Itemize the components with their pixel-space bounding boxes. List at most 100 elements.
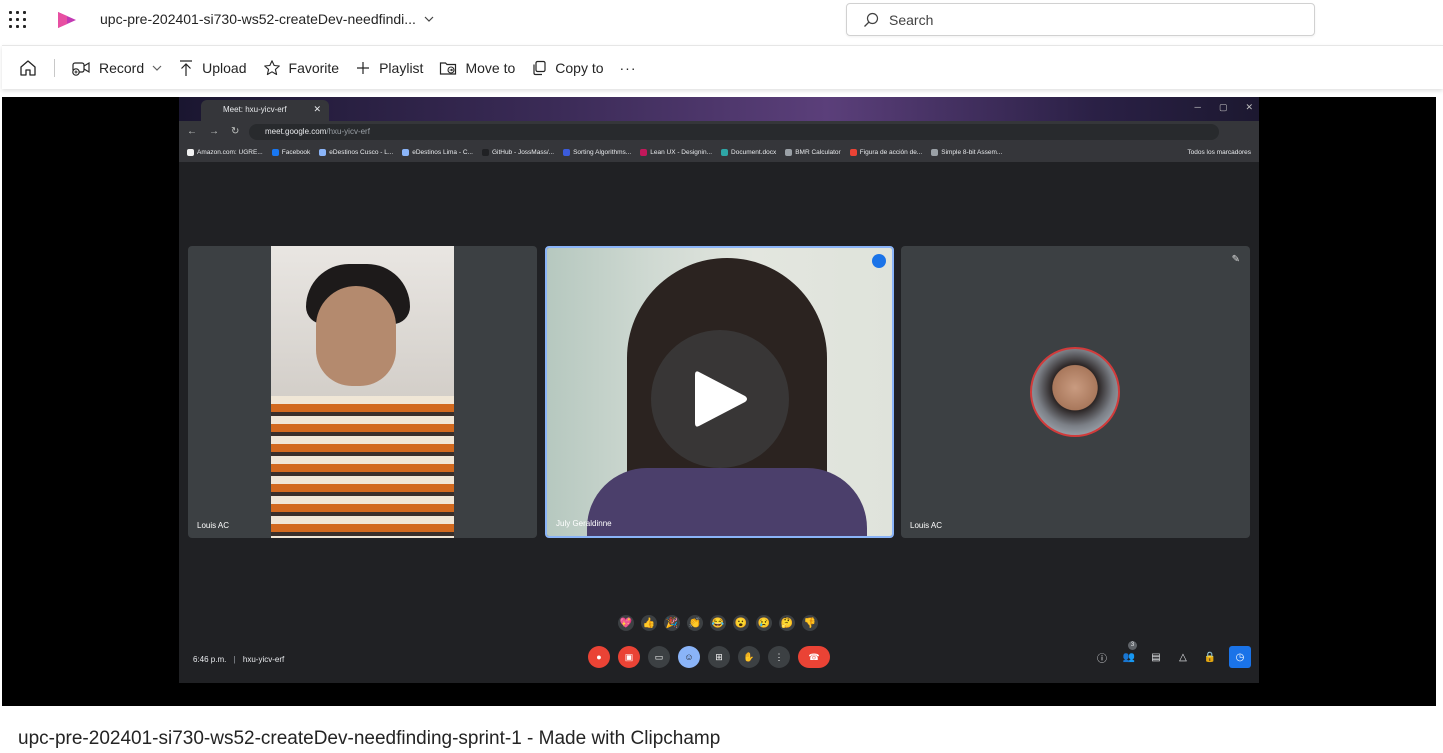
bookmark-label: BMR Calculator (795, 149, 841, 156)
record-label: Record (99, 59, 145, 76)
mic-off-icon: ✎ (1231, 254, 1240, 265)
host-controls-icon: 🔒 (1203, 651, 1217, 663)
video-title: upc-pre-202401-si730-ws52-createDev-need… (18, 728, 721, 749)
participant-name: July Geraldinne (556, 519, 612, 528)
play-button[interactable] (651, 330, 789, 468)
copy-icon (533, 60, 546, 75)
reaction-emoji: 👍 (641, 615, 657, 631)
folder-move-icon (440, 61, 457, 75)
more-options-button[interactable]: ··· (612, 52, 645, 84)
stream-logo-icon (58, 12, 76, 28)
bookmark-favicon-icon (319, 149, 327, 156)
move-to-label: Move to (465, 59, 516, 76)
reaction-emoji: 😂 (710, 615, 726, 631)
bookmark-label: GitHub - JossMass/... (491, 149, 555, 156)
meet-center-controls: ● ▣ ▭ ☺ ⊞ ✋ ⋮ ☎ (588, 646, 830, 668)
participant-tile: ✎ Louis AC (901, 246, 1250, 538)
favorite-label: Favorite (288, 59, 340, 76)
bookmark-item: Simple 8-bit Assem... (931, 149, 1002, 156)
bookmark-label: Sorting Algorithms... (573, 149, 632, 156)
meeting-code: hxu-yicv-erf (242, 655, 285, 664)
more-options-meet-button: ⋮ (768, 646, 790, 668)
bookmark-favicon-icon (402, 149, 410, 156)
reaction-emoji: 🎉 (664, 615, 680, 631)
meeting-time: 6:46 p.m. (193, 655, 227, 664)
browser-tab-strip: Meet: hxu-yicv-erf ✕ ─ ▢ ✕ (179, 97, 1259, 121)
activities-icon: △ (1179, 651, 1187, 663)
move-to-button[interactable]: Move to (431, 52, 523, 84)
meet-right-controls: ⓘ 👥 3 ▤ △ 🔒 ◷ (1094, 641, 1251, 668)
present-button: ⊞ (708, 646, 730, 668)
back-icon: ← (187, 126, 197, 137)
all-bookmarks-folder: Todos los marcadores (1187, 149, 1251, 156)
app-launcher-icon[interactable] (9, 11, 27, 29)
toolbar-divider (54, 58, 55, 77)
maximize-icon: ▢ (1218, 102, 1228, 112)
upload-button[interactable]: Upload (170, 52, 254, 84)
reaction-emoji: 💖 (618, 615, 634, 631)
chevron-down-icon (424, 16, 434, 22)
home-button[interactable] (2, 52, 46, 84)
mic-off-button: ● (588, 646, 610, 668)
bookmark-item: Figura de acción de... (849, 149, 922, 156)
bookmark-favicon-icon (563, 149, 571, 156)
bookmark-favicon-icon (481, 149, 489, 156)
search-box[interactable]: Search (846, 3, 1315, 36)
bookmark-item: Facebook (271, 149, 311, 156)
video-player[interactable]: Meet: hxu-yicv-erf ✕ ─ ▢ ✕ ← → ↻ meet.go… (2, 97, 1436, 706)
reload-icon: ↻ (231, 126, 240, 137)
participant-name: Louis AC (197, 521, 230, 530)
chevron-down-icon (152, 65, 162, 71)
bookmark-favicon-icon (849, 149, 857, 156)
bookmark-item: eDestinos Lima - C... (402, 149, 473, 156)
timer-icon: ◷ (1229, 646, 1251, 668)
browser-nav-icons: ← → ↻ (187, 126, 239, 137)
favorite-button[interactable]: Favorite (255, 52, 348, 84)
participant-name: Louis AC (910, 521, 943, 530)
top-header: upc-pre-202401-si730-ws52-createDev-need… (0, 0, 1443, 40)
captions-button: ▭ (648, 646, 670, 668)
record-button[interactable]: Record (63, 52, 170, 84)
chat-icon: ▤ (1151, 651, 1161, 663)
browser-tab-title: Meet: hxu-yicv-erf (223, 105, 287, 114)
copy-to-label: Copy to (555, 59, 604, 76)
playlist-button[interactable]: Playlist (347, 52, 431, 84)
info-icon: ⓘ (1097, 653, 1107, 665)
copy-to-button[interactable]: Copy to (523, 52, 611, 84)
bookmark-item: Lean UX - Designin... (640, 149, 712, 156)
participant-tile-active: July Geraldinne (545, 246, 894, 538)
upload-icon (180, 59, 193, 76)
bookmark-item: eDestinos Cusco - L... (319, 149, 393, 156)
bookmark-item: GitHub - JossMass/... (481, 149, 555, 156)
bookmark-favicon-icon (187, 149, 194, 156)
bookmark-item: Sorting Algorithms... (563, 149, 631, 156)
close-icon: ✕ (313, 104, 321, 114)
avatar (1030, 347, 1120, 437)
reaction-emoji: 😢 (756, 615, 772, 631)
meet-controls-bar: 6:46 p.m. | hxu-yicv-erf ● ▣ ▭ ☺ ⊞ ✋ ⋮ ☎… (179, 637, 1259, 683)
reaction-emoji: 👎 (802, 615, 818, 631)
document-title-dropdown[interactable]: upc-pre-202401-si730-ws52-createDev-need… (100, 11, 434, 27)
bookmarks-bar: Amazon.com: UGRE... Facebook eDestinos Cus… (179, 143, 1259, 163)
bookmark-label: Amazon.com: UGRE... (197, 149, 263, 156)
search-placeholder: Search (889, 11, 934, 28)
url-path: /hxu-yicv-erf (326, 127, 370, 136)
raise-hand-button: ✋ (738, 646, 760, 668)
play-icon (695, 371, 747, 427)
close-window-icon: ✕ (1245, 102, 1253, 112)
star-icon (263, 59, 280, 75)
audio-indicator-icon (872, 254, 886, 268)
bookmark-label: Facebook (281, 149, 311, 156)
window-controls: ─ ▢ ✕ (1195, 102, 1253, 113)
meeting-info: 6:46 p.m. | hxu-yicv-erf (193, 655, 285, 664)
hang-up-button: ☎ (798, 646, 830, 668)
search-icon (864, 12, 879, 27)
bookmark-favicon-icon (721, 149, 729, 156)
reaction-emoji: 🤔 (779, 615, 795, 631)
bookmark-label: Document.docx (731, 149, 777, 156)
browser-address-bar: ← → ↻ meet.google.com/hxu-yicv-erf (179, 121, 1259, 143)
reactions-button: ☺ (678, 646, 700, 668)
video-frame: Meet: hxu-yicv-erf ✕ ─ ▢ ✕ ← → ↻ meet.go… (179, 97, 1259, 683)
participant-tile: Louis AC (188, 246, 537, 538)
home-icon (20, 59, 36, 76)
